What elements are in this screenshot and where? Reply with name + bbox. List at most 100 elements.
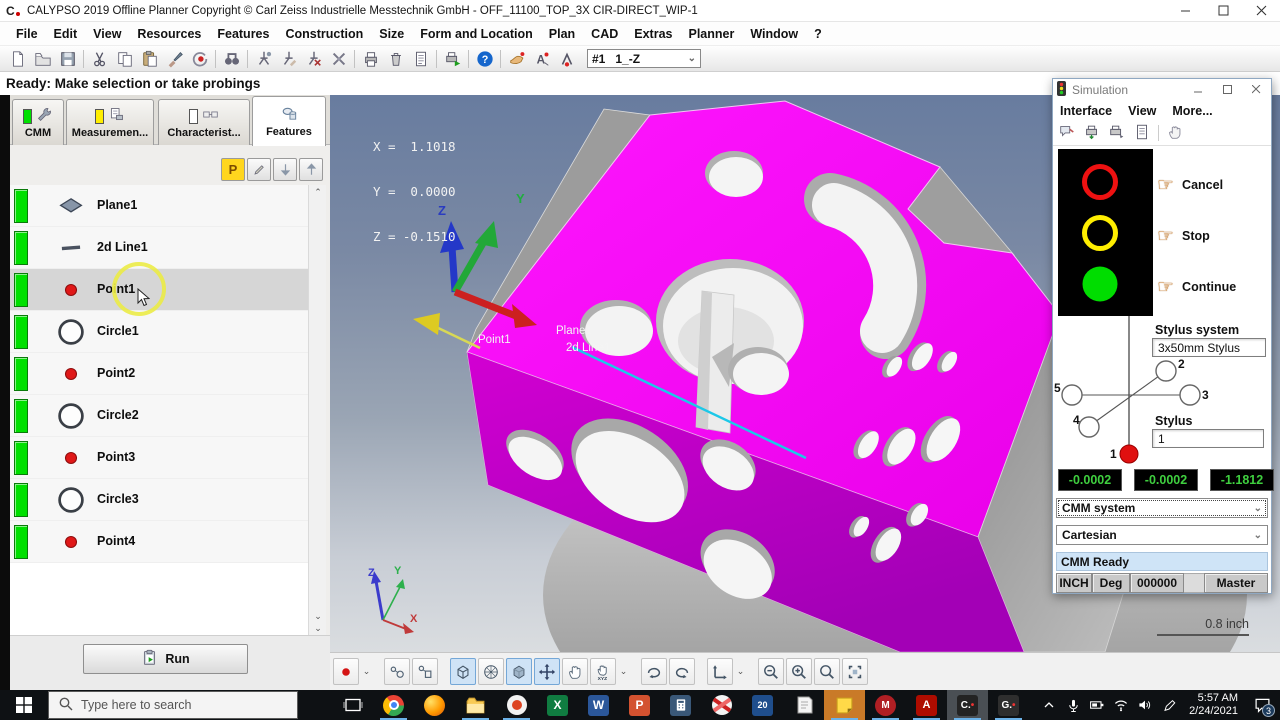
hand-xyz-button[interactable]: XYZ — [590, 658, 616, 685]
volume-icon[interactable] — [1135, 690, 1155, 720]
chevron-up-icon[interactable] — [1039, 690, 1059, 720]
move-up-button[interactable] — [299, 158, 323, 181]
probe-qualify-button[interactable]: A — [529, 47, 554, 70]
menu-item-construction[interactable]: Construction — [277, 27, 371, 41]
sim-minimize-button[interactable] — [1186, 81, 1210, 99]
sim-menu-view[interactable]: View — [1128, 104, 1156, 118]
probe-change-button[interactable] — [554, 47, 579, 70]
feature-row-circle3[interactable]: Circle3 — [10, 479, 308, 521]
taskbar-app-notes[interactable] — [783, 690, 824, 720]
probe-point-button[interactable] — [333, 658, 359, 685]
fit-view-button[interactable] — [842, 658, 868, 685]
probing-p-button[interactable]: P — [221, 158, 245, 181]
sim-menu-more[interactable]: More... — [1172, 104, 1212, 118]
delete-button[interactable] — [383, 47, 408, 70]
menu-item-edit[interactable]: Edit — [46, 27, 86, 41]
stylus-4[interactable] — [1078, 416, 1100, 438]
feature-row-circle1[interactable]: Circle1 — [10, 311, 308, 353]
simulation-title-bar[interactable]: Simulation — [1053, 79, 1271, 100]
unit-button-000000[interactable]: 000000 — [1130, 573, 1184, 593]
pen-icon[interactable] — [1159, 690, 1179, 720]
tools-button[interactable] — [326, 47, 351, 70]
probe-hand-button[interactable] — [504, 47, 529, 70]
taskbar-app-powerpoint[interactable]: P — [619, 690, 660, 720]
unit-button-deg[interactable]: Deg — [1092, 573, 1130, 593]
taskbar-app-makerbot[interactable]: M — [865, 690, 906, 720]
feature-list-scrollbar[interactable]: ⌃ ⌄ ⌄ — [308, 185, 326, 635]
feature-group-button[interactable] — [412, 658, 438, 685]
cube-wireframe-button[interactable] — [450, 658, 476, 685]
sim-maximize-button[interactable] — [1215, 81, 1239, 99]
feature-row-point4[interactable]: Point4 — [10, 521, 308, 563]
rotate-x-button[interactable] — [641, 658, 667, 685]
save-button[interactable] — [55, 47, 80, 70]
menu-item-planner[interactable]: Planner — [681, 27, 743, 41]
help-button[interactable]: ? — [472, 47, 497, 70]
zoom-window-button[interactable] — [814, 658, 840, 685]
save-position-button[interactable] — [1083, 123, 1101, 144]
pan-button[interactable] — [534, 658, 560, 685]
run-button[interactable]: Run — [83, 644, 248, 674]
maximize-button[interactable] — [1204, 0, 1242, 22]
menu-item-extras[interactable]: Extras — [626, 27, 680, 41]
menu-item-window[interactable]: Window — [742, 27, 806, 41]
update-run-button[interactable] — [187, 47, 212, 70]
menu-item-resources[interactable]: Resources — [129, 27, 209, 41]
taskbar-app-calypso[interactable]: C. • — [947, 690, 988, 720]
battery-icon[interactable] — [1087, 690, 1107, 720]
taskbar-app-file-explorer[interactable] — [455, 690, 496, 720]
taskbar-clock[interactable]: 5:57 AM 2/24/2021 — [1183, 692, 1244, 718]
taskbar-app-nav-20[interactable]: 20 — [742, 690, 783, 720]
format-brush-button[interactable] — [162, 47, 187, 70]
start-button[interactable] — [0, 690, 48, 720]
coordinate-system-dropdown[interactable]: Cartesian ⌄ — [1056, 525, 1268, 545]
cube-hidden-line-button[interactable] — [478, 658, 504, 685]
protocol-list-button[interactable] — [1133, 123, 1151, 144]
cut-button[interactable] — [87, 47, 112, 70]
microphone-icon[interactable] — [1063, 690, 1083, 720]
taskbar-app-screen-recorder[interactable] — [496, 690, 537, 720]
probe-config-button[interactable] — [251, 47, 276, 70]
search-binoculars-button[interactable] — [219, 47, 244, 70]
feature-row-point2[interactable]: Point2 — [10, 353, 308, 395]
taskbar-app-sticky-notes[interactable] — [824, 690, 865, 720]
scroll-up-icon[interactable]: ⌃ — [309, 185, 327, 199]
tab-features[interactable]: Features — [252, 96, 326, 146]
taskbar-app-task-view[interactable] — [332, 690, 373, 720]
feature-row-2d-line1[interactable]: 2d Line1 — [10, 227, 308, 269]
probe-disable-button[interactable] — [301, 47, 326, 70]
pencil-button[interactable] — [247, 158, 271, 181]
close-button[interactable] — [1242, 0, 1280, 22]
chevron-down-icon[interactable]: ⌄ — [618, 666, 629, 677]
copy-button[interactable] — [112, 47, 137, 70]
taskbar-app-cad-tool[interactable] — [701, 690, 742, 720]
stylus-3[interactable] — [1179, 384, 1201, 406]
cmm-system-dropdown[interactable]: CMM system ⌄ — [1056, 498, 1268, 518]
sim-close-button[interactable] — [1244, 81, 1268, 99]
chevron-down-icon[interactable]: ⌄ — [361, 666, 372, 677]
menu-item-plan[interactable]: Plan — [541, 27, 583, 41]
probe-note-button[interactable] — [1058, 123, 1076, 144]
printer-run-button[interactable] — [440, 47, 465, 70]
print-move-button[interactable] — [1108, 123, 1126, 144]
taskbar-app-acrobat[interactable]: A — [906, 690, 947, 720]
menu-item-[interactable]: ? — [806, 27, 830, 41]
taskbar-app-firefox[interactable] — [414, 690, 455, 720]
menu-item-file[interactable]: File — [8, 27, 46, 41]
light-action-cancel[interactable]: ☞ Cancel — [1157, 170, 1269, 200]
paste-button[interactable] — [137, 47, 162, 70]
move-down-button[interactable] — [273, 158, 297, 181]
probe-edit-button[interactable] — [276, 47, 301, 70]
tab-characterist[interactable]: Characterist... — [158, 99, 250, 145]
sim-menu-interface[interactable]: Interface — [1060, 104, 1112, 118]
stop-hand-button[interactable] — [1166, 123, 1184, 144]
menu-item-size[interactable]: Size — [371, 27, 412, 41]
scroll-down-icon-2[interactable]: ⌄ — [309, 621, 327, 635]
tab-cmm[interactable]: CMM — [12, 99, 64, 145]
feature-points-button[interactable] — [384, 658, 410, 685]
taskbar-app-calypso-sim[interactable]: G. • — [988, 690, 1029, 720]
menu-item-cad[interactable]: CAD — [583, 27, 626, 41]
stylus-5[interactable] — [1061, 384, 1083, 406]
menu-item-view[interactable]: View — [85, 27, 129, 41]
print-button[interactable] — [358, 47, 383, 70]
